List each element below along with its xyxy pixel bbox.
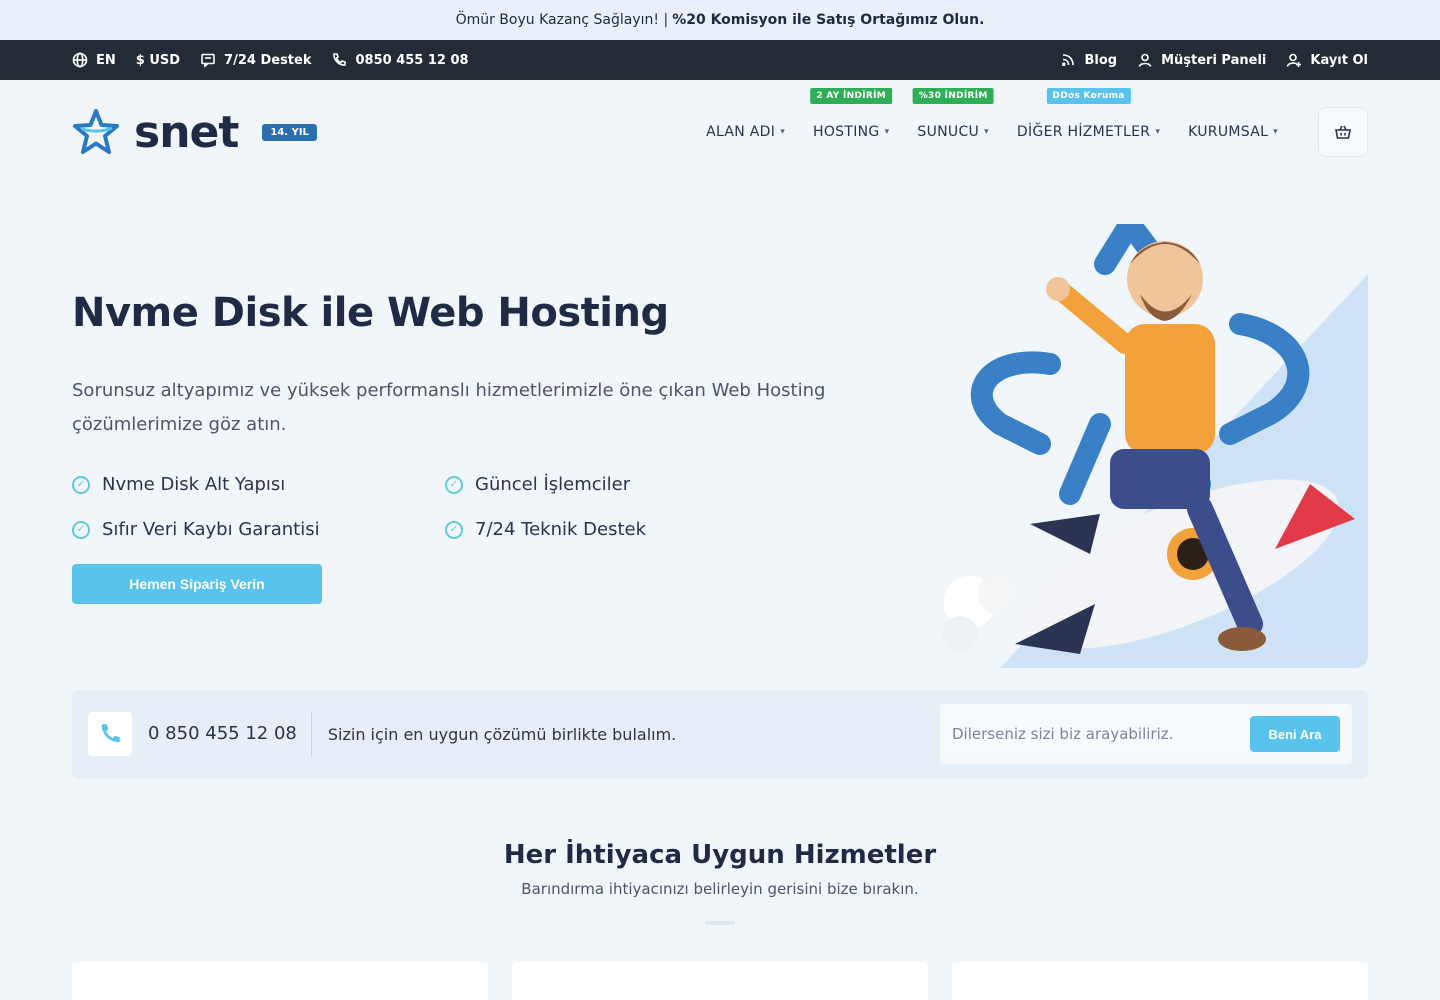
check-circle-icon: ✓ bbox=[445, 520, 463, 539]
feature-label: 7/24 Teknik Destek bbox=[475, 519, 646, 540]
nav-item-server[interactable]: %30 İNDİRİM SUNUCU ▾ bbox=[912, 88, 994, 140]
top-bar: EN $ USD 7/24 Destek 0850 455 12 08 Blog… bbox=[0, 40, 1440, 80]
nav-label: SUNUCU bbox=[917, 124, 980, 140]
ddos-badge: DDos Koruma bbox=[1046, 88, 1131, 104]
call-me-button[interactable]: Beni Ara bbox=[1250, 716, 1340, 752]
feature-label: Güncel İşlemciler bbox=[475, 474, 631, 495]
service-card[interactable] bbox=[72, 962, 488, 1000]
chevron-down-icon: ▾ bbox=[1155, 127, 1161, 137]
promo-bold-text: %20 Komisyon ile Satış Ortağımız Olun. bbox=[672, 12, 985, 28]
year-badge: 14. YIL bbox=[262, 123, 317, 141]
feature-label: Nvme Disk Alt Yapısı bbox=[102, 474, 286, 495]
chevron-down-icon: ▾ bbox=[1273, 127, 1278, 137]
section-divider bbox=[705, 921, 735, 925]
blog-link[interactable]: Blog bbox=[1060, 52, 1117, 68]
blog-label: Blog bbox=[1084, 52, 1118, 68]
discount-badge: %30 İNDİRİM bbox=[912, 88, 994, 104]
service-card[interactable] bbox=[952, 962, 1368, 1000]
service-card[interactable] bbox=[512, 962, 928, 1000]
support-label: 7/24 Destek bbox=[224, 52, 312, 68]
nav-label: HOSTING bbox=[813, 124, 880, 140]
chevron-down-icon: ▾ bbox=[780, 127, 786, 137]
services-title: Her İhtiyaca Uygun Hizmetler bbox=[503, 840, 937, 870]
cart-button[interactable] bbox=[1318, 107, 1368, 157]
hero-section: Nvme Disk ile Web Hosting Sorunsuz altya… bbox=[0, 184, 1440, 689]
language-selector[interactable]: EN bbox=[72, 52, 116, 68]
callback-phone-input[interactable] bbox=[952, 725, 1250, 743]
phone-link[interactable]: 0850 455 12 08 bbox=[331, 52, 469, 68]
language-label: EN bbox=[96, 52, 116, 68]
promo-bar[interactable]: Ömür Boyu Kazanç Sağlayın! | %20 Komisyo… bbox=[0, 0, 1440, 40]
nav-item-other-services[interactable]: DDos Koruma DİĞER HİZMETLER ▾ bbox=[1016, 88, 1161, 140]
support-link[interactable]: 7/24 Destek bbox=[200, 52, 311, 68]
feature-item: ✓ 7/24 Teknik Destek bbox=[445, 519, 646, 540]
logo-text: snet bbox=[134, 106, 239, 158]
check-circle-icon: ✓ bbox=[72, 520, 90, 539]
feature-item: ✓ Sıfır Veri Kaybı Garantisi bbox=[72, 519, 320, 540]
star-logo-icon bbox=[73, 109, 119, 154]
currency-selector[interactable]: $ USD bbox=[136, 53, 180, 68]
client-panel-label: Müşteri Paneli bbox=[1161, 52, 1267, 68]
callback-form: Beni Ara bbox=[940, 704, 1352, 764]
services-subtitle: Barındırma ihtiyacınızı belirleyin geris… bbox=[521, 880, 919, 898]
nav-item-domain[interactable]: ALAN ADI ▾ bbox=[706, 124, 785, 140]
feature-item: ✓ Nvme Disk Alt Yapısı bbox=[72, 474, 285, 495]
check-circle-icon: ✓ bbox=[445, 475, 463, 494]
main-nav: ALAN ADI ▾ 2 AY İNDİRİM HOSTING ▾ %30 İN… bbox=[706, 88, 1368, 157]
currency-label: $ USD bbox=[135, 52, 181, 68]
feature-label: Sıfır Veri Kaybı Garantisi bbox=[102, 519, 320, 540]
promo-text: Ömür Boyu Kazanç Sağlayın! | bbox=[455, 12, 669, 28]
feature-item: ✓ Güncel İşlemciler bbox=[445, 474, 630, 495]
discount-badge: 2 AY İNDİRİM bbox=[810, 88, 893, 104]
chevron-down-icon: ▾ bbox=[984, 127, 989, 137]
rss-icon bbox=[1062, 54, 1075, 66]
nav-label: ALAN ADI bbox=[706, 124, 776, 140]
nav-label: KURUMSAL bbox=[1188, 124, 1269, 140]
globe-icon bbox=[72, 52, 88, 68]
rocket-man-illustration bbox=[942, 224, 1368, 668]
logo[interactable]: snet 14. YIL bbox=[72, 107, 317, 158]
nav-label: DİĞER HİZMETLER bbox=[1016, 124, 1151, 140]
order-now-button[interactable]: Hemen Sipariş Verin bbox=[72, 564, 322, 604]
chat-icon bbox=[201, 53, 215, 68]
register-label: Kayıt Ol bbox=[1310, 52, 1368, 68]
hero-title: Nvme Disk ile Web Hosting bbox=[72, 290, 669, 336]
phone-icon bbox=[333, 53, 347, 66]
phone-icon-box bbox=[88, 712, 132, 756]
phone-icon bbox=[101, 724, 120, 743]
callback-bar: 0 850 455 12 08 Sizin için en uygun çözü… bbox=[72, 690, 1368, 778]
nav-item-hosting[interactable]: 2 AY İNDİRİM HOSTING ▾ bbox=[810, 88, 893, 140]
hero-description: Sorunsuz altyapımız ve yüksek performans… bbox=[72, 380, 826, 435]
chevron-down-icon: ▾ bbox=[884, 127, 890, 137]
phone-label: 0850 455 12 08 bbox=[355, 52, 469, 68]
user-icon bbox=[1138, 53, 1152, 67]
callback-phone-number[interactable]: 0 850 455 12 08 bbox=[148, 712, 312, 756]
callback-message: Sizin için en uygun çözümü birlikte bula… bbox=[327, 724, 677, 744]
client-panel-link[interactable]: Müşteri Paneli bbox=[1137, 52, 1266, 68]
main-header: snet 14. YIL ALAN ADI ▾ 2 AY İNDİRİM HOS… bbox=[0, 80, 1440, 184]
nav-item-corporate[interactable]: KURUMSAL ▾ bbox=[1188, 124, 1278, 140]
basket-icon bbox=[1335, 125, 1351, 139]
check-circle-icon: ✓ bbox=[72, 475, 90, 494]
register-link[interactable]: Kayıt Ol bbox=[1286, 52, 1368, 68]
user-plus-icon bbox=[1287, 53, 1302, 67]
